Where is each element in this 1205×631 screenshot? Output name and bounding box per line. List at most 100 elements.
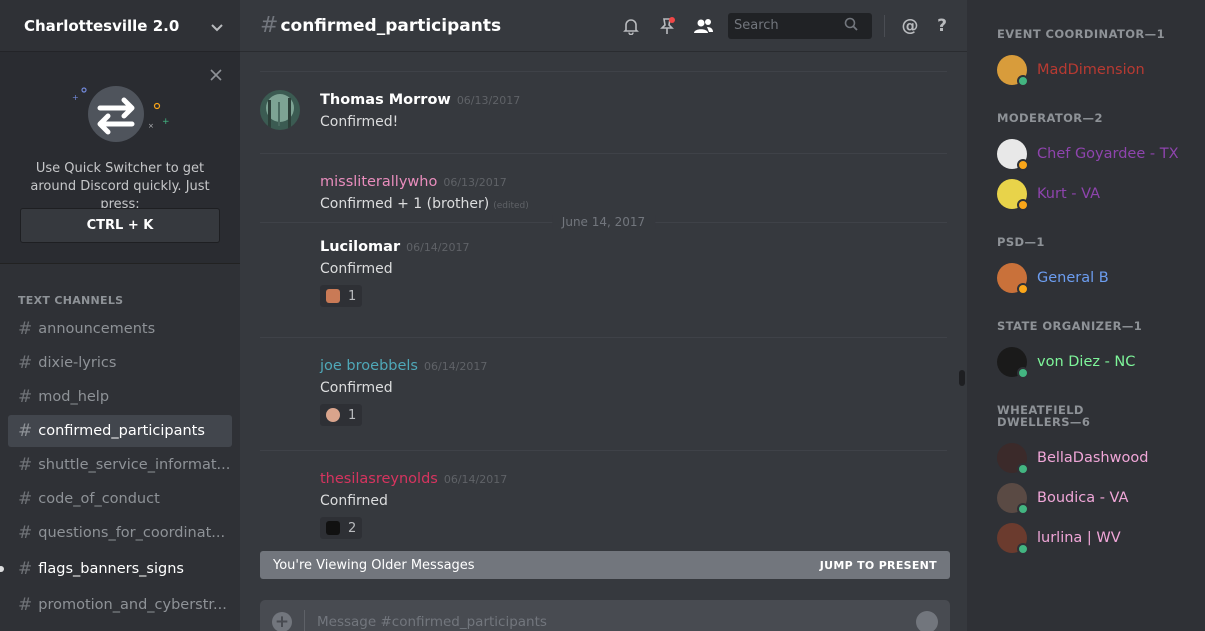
message-timestamp: 06/13/2017: [456, 94, 521, 107]
chat-area: # confirmed_participants Search @ ? Thom…: [240, 0, 967, 631]
older-messages-label: You're Viewing Older Messages: [273, 557, 475, 573]
members-icon[interactable]: [692, 15, 714, 37]
member-name: Kurt - VA: [1037, 186, 1100, 202]
quick-switcher-illustration: + + ×: [72, 86, 170, 142]
channel-list: TEXT CHANNELS # announcements # dixie-lyri…: [0, 264, 240, 623]
pin-icon[interactable]: [656, 15, 678, 37]
message-group: joe broebbels 06/14/2017 Confirmed 1: [260, 337, 947, 450]
search-input[interactable]: [734, 18, 844, 33]
message-text: Confirned: [320, 493, 388, 509]
hash-icon: #: [18, 353, 33, 373]
unread-indicator: [0, 566, 4, 572]
channel-flags-banners-signs[interactable]: # flags_banners_signs: [8, 553, 232, 585]
older-messages-bar[interactable]: You're Viewing Older Messages JUMP TO PR…: [260, 551, 950, 579]
channel-label: code_of_conduct: [38, 491, 160, 507]
member-item[interactable]: lurlina | WV: [997, 518, 1205, 558]
at-icon[interactable]: @: [899, 15, 921, 37]
date-separator: June 14, 2017: [260, 215, 947, 229]
message-author[interactable]: joe broebbels: [320, 358, 418, 374]
category-text-channels[interactable]: TEXT CHANNELS: [0, 294, 240, 307]
channel-label: confirmed_participants: [38, 423, 205, 439]
member-item[interactable]: Chef Goyardee - TX: [997, 134, 1205, 174]
scroll-thumb[interactable]: [959, 370, 965, 386]
channel-code-of-conduct[interactable]: # code_of_conduct: [8, 483, 232, 515]
channel-announcements[interactable]: # announcements: [8, 313, 232, 345]
reaction-count: 1: [348, 407, 357, 423]
bell-icon[interactable]: [620, 15, 642, 37]
reaction-emoji: [326, 289, 340, 303]
status-indicator: [1017, 283, 1029, 295]
role-header: PSD—1: [997, 235, 1045, 249]
message-timestamp: 06/14/2017: [423, 360, 488, 373]
member-item[interactable]: General B: [997, 258, 1205, 298]
member-name: von Diez - NC: [1037, 354, 1136, 370]
message-group: Lucilomar 06/14/2017 Confirmed 1: [260, 233, 947, 337]
member-name: BellaDashwood: [1037, 450, 1149, 466]
reaction-count: 2: [348, 520, 357, 536]
reaction[interactable]: 1: [320, 404, 363, 426]
message-text: Confirmed!: [320, 114, 399, 130]
member-item[interactable]: MadDimension: [997, 50, 1205, 90]
channel-flags-wrap: # flags_banners_signs: [0, 551, 240, 587]
upload-plus-icon[interactable]: +: [272, 612, 292, 631]
date-separator-label: June 14, 2017: [551, 215, 656, 229]
quick-switcher-shortcut[interactable]: CTRL + K: [20, 208, 220, 243]
channel-label: dixie-lyrics: [38, 355, 117, 371]
message-author[interactable]: Thomas Morrow: [320, 92, 451, 108]
role-group: STATE ORGANIZER—1 von Diez - NC: [997, 320, 1205, 382]
channel-label: promotion_and_cyberstr...: [38, 597, 227, 613]
member-item[interactable]: von Diez - NC: [997, 342, 1205, 382]
quick-switcher-promo: + + × Use Quick Switcher to get around D…: [0, 52, 240, 264]
chevron-down-icon[interactable]: [210, 19, 224, 33]
status-indicator: [1017, 75, 1029, 87]
message-author[interactable]: thesilasreynolds: [320, 471, 438, 487]
hash-icon: #: [18, 489, 33, 509]
message-body: Confirmed + 1 (brother): [320, 196, 490, 212]
role-header: MODERATOR—2: [997, 111, 1103, 125]
member-item[interactable]: Boudica - VA: [997, 478, 1205, 518]
message-composer: +: [260, 600, 950, 631]
hash-icon: #: [18, 421, 33, 441]
status-indicator: [1017, 543, 1029, 555]
guild-name: Charlottesville 2.0: [24, 16, 180, 35]
member-name: General B: [1037, 270, 1109, 286]
role-header: WHEATFIELD DWELLERS—6: [997, 403, 1091, 429]
message-timestamp: 06/13/2017: [443, 176, 507, 189]
message-list: Thomas Morrow 06/13/2017 Confirmed! miss…: [240, 52, 967, 631]
role-group: PSD—1 General B: [997, 236, 1205, 298]
message-scrollbar[interactable]: [957, 52, 967, 631]
reaction[interactable]: 2: [320, 517, 363, 539]
message-author[interactable]: Lucilomar: [320, 239, 400, 255]
channel-promotion[interactable]: # promotion_and_cyberstr...: [8, 589, 232, 621]
avatar[interactable]: [260, 90, 300, 130]
guild-header[interactable]: Charlottesville 2.0: [0, 0, 240, 52]
message-text: Confirmed: [320, 261, 393, 277]
search-box[interactable]: [728, 12, 872, 39]
channel-questions[interactable]: # questions_for_coordinat...: [8, 517, 232, 549]
message-group: Thomas Morrow 06/13/2017 Confirmed!: [260, 71, 947, 153]
avatar: [997, 443, 1029, 475]
reaction-count: 1: [348, 288, 357, 304]
member-item[interactable]: Kurt - VA: [997, 174, 1205, 214]
reaction[interactable]: 1: [320, 285, 363, 307]
message-author[interactable]: missliterallywho: [320, 174, 437, 190]
avatar: [997, 347, 1029, 379]
member-item[interactable]: BellaDashwood: [997, 438, 1205, 478]
svg-text:×: ×: [148, 122, 154, 130]
hash-icon: #: [18, 387, 33, 407]
channel-dixie-lyrics[interactable]: # dixie-lyrics: [8, 347, 232, 379]
channel-label: flags_banners_signs: [38, 561, 184, 577]
close-icon[interactable]: [210, 66, 222, 81]
channel-mod-help[interactable]: # mod_help: [8, 381, 232, 413]
channel-confirmed-participants[interactable]: # confirmed_participants: [8, 415, 232, 447]
emoji-picker-icon[interactable]: [916, 611, 938, 631]
status-indicator: [1017, 463, 1029, 475]
channel-header: # confirmed_participants Search @ ?: [240, 0, 967, 52]
jump-to-present-button[interactable]: JUMP TO PRESENT: [820, 559, 937, 572]
hash-icon: #: [18, 319, 33, 339]
message-input[interactable]: [317, 614, 916, 630]
reaction-emoji: [326, 408, 340, 422]
channel-shuttle-service[interactable]: # shuttle_service_informat...: [8, 449, 232, 481]
help-icon[interactable]: ?: [931, 15, 953, 37]
reaction-emoji: [326, 521, 340, 535]
